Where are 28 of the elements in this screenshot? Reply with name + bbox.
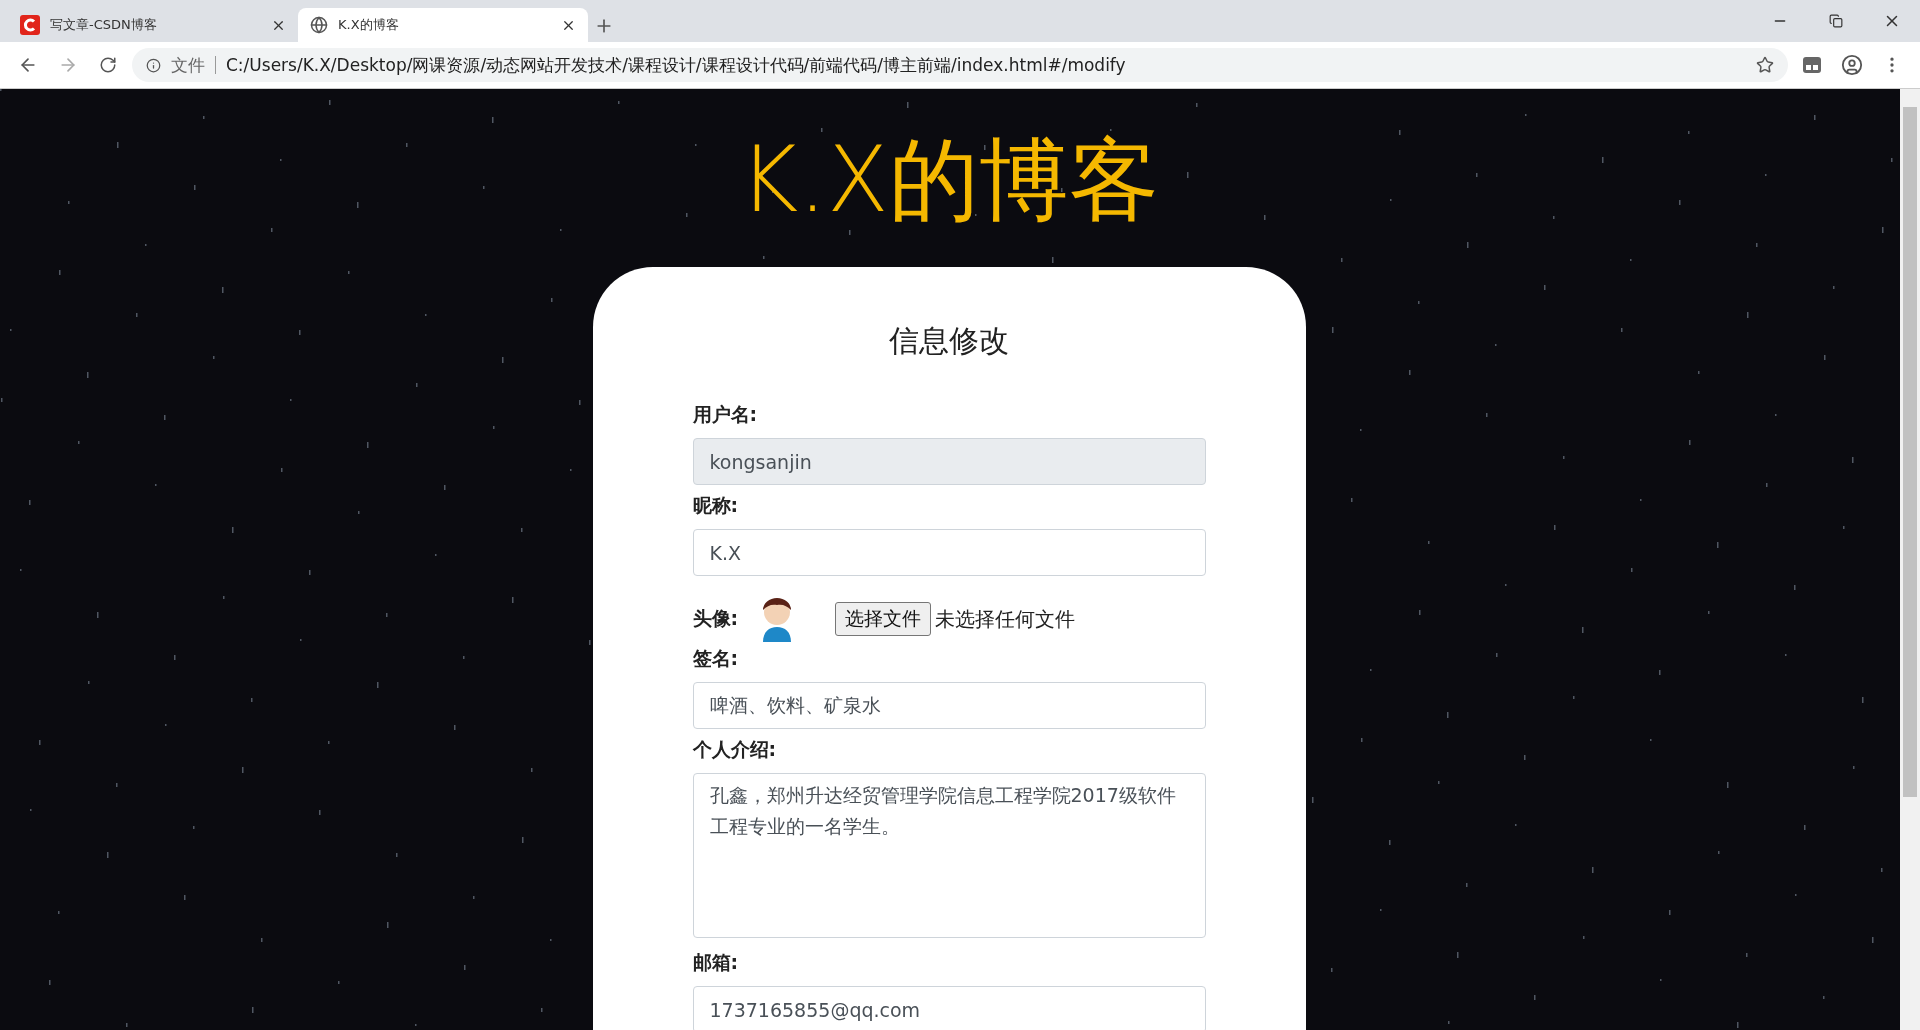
choose-file-button[interactable]: 选择文件 [834,602,931,636]
bookmark-star-icon[interactable] [1756,56,1774,74]
extension-icon[interactable] [1803,57,1821,73]
address-bar[interactable]: 文件 C:/Users/K.X/Desktop/网课资源/动态网站开发技术/课程设计/课程设计代码/前端代码/博主前端/index.html#/modify [132,48,1788,82]
field-label: 邮箱: [692,950,740,975]
security-label: 文件 [171,56,216,74]
browser-tab[interactable]: K.X的博客 [298,8,588,42]
input-field[interactable]: K.X [692,529,1206,576]
scrollbar[interactable] [1900,89,1920,1030]
text-area[interactable]: 孔鑫，郑州升达经贸管理学院信息工程学院2017级软件工程专业的一名学生。 [692,773,1206,938]
input-field[interactable]: 1737165855@qq.com [692,986,1206,1030]
file-status: 未选择任何文件 [934,605,1075,633]
reload-icon[interactable] [99,56,117,74]
field-label: 个人介绍: [692,737,778,762]
field-label: 昵称: [692,493,740,518]
field-label: 签名: [692,646,740,671]
field-label: 头像: [692,606,740,631]
info-icon[interactable] [146,57,161,73]
blog-title: K.X的博客 [739,126,1159,234]
url-text: C:/Users/K.X/Desktop/网课资源/动态网站开发技术/课程设计/课程设计代码/前端代码/博主前端/index.html#/modify [226,53,1127,77]
logo-icon [20,15,40,35]
profile-icon[interactable] [1841,54,1863,76]
browser-tab[interactable]: 写文章-CSDN博客 [8,8,298,42]
restore-icon[interactable] [1829,14,1843,28]
form-heading: 信息修改 [888,322,1010,360]
globe-icon [310,16,328,34]
field-label: 用户名: [692,402,759,427]
input-field[interactable]: 啤酒、饮料、矿泉水 [692,682,1206,729]
